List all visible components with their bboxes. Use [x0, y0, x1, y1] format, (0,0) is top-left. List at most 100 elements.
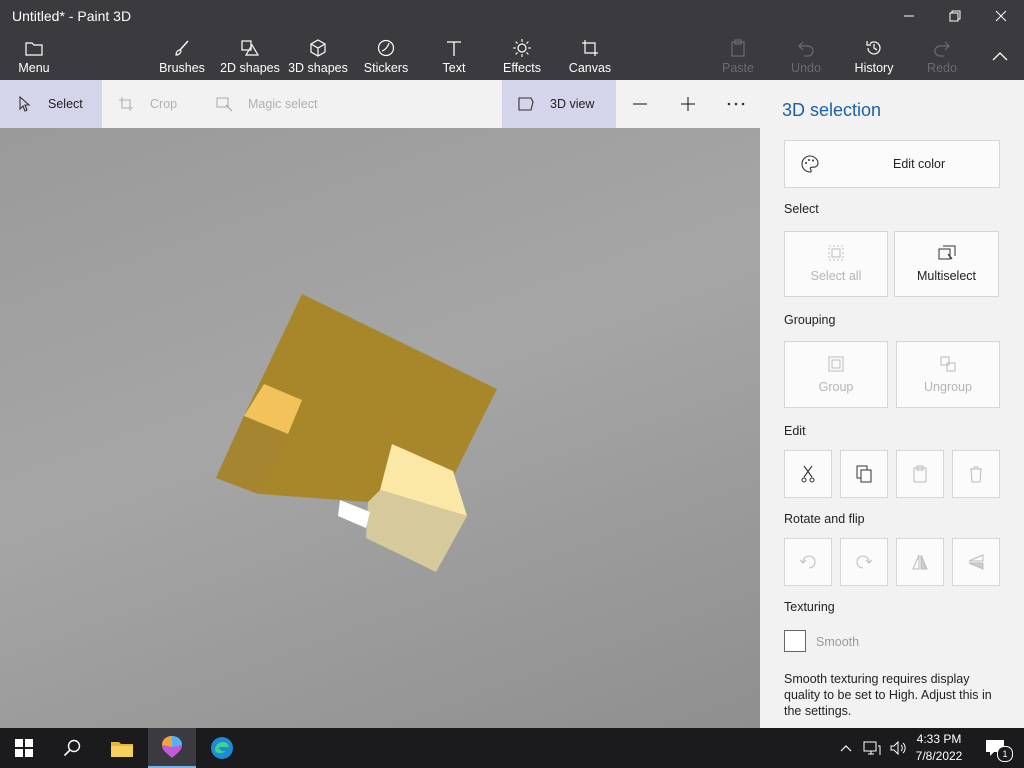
minimize-button[interactable]: [886, 0, 932, 32]
paste-panel-button[interactable]: [896, 450, 944, 498]
main-toolbar: Menu Brushes 2D shapes 3D shapes Sticker…: [0, 32, 1024, 80]
edge-taskbar-button[interactable]: [198, 728, 246, 768]
paint-3d-icon: [162, 736, 182, 758]
3d-object-scene[interactable]: [0, 128, 760, 728]
minimize-icon: [904, 15, 914, 17]
clipboard-icon: [913, 465, 927, 483]
copy-button[interactable]: [840, 450, 888, 498]
clock[interactable]: 4:33 PM 7/8/2022: [912, 731, 966, 765]
network-icon: [863, 741, 881, 755]
chevron-up-icon: [992, 52, 1008, 61]
zoom-out-button[interactable]: [630, 80, 650, 128]
network-tray-button[interactable]: [860, 728, 884, 768]
multiselect-icon: [938, 245, 955, 260]
paint-3d-taskbar-button[interactable]: [148, 728, 196, 768]
cut-button[interactable]: [784, 450, 832, 498]
magic-select-icon: [216, 97, 233, 112]
canvas-label: Canvas: [568, 61, 612, 75]
chevron-up-icon: [840, 745, 852, 752]
history-button[interactable]: History: [850, 32, 898, 80]
flip-horizontal-button[interactable]: [896, 538, 944, 586]
close-button[interactable]: [978, 0, 1024, 32]
menu-button[interactable]: Menu: [10, 32, 58, 80]
collapse-toolbar-button[interactable]: [980, 32, 1020, 80]
edit-color-button[interactable]: Edit color: [784, 140, 1000, 188]
rotate-right-button[interactable]: [840, 538, 888, 586]
flip-vertical-icon: [968, 554, 984, 570]
edit-color-label: Edit color: [893, 157, 946, 171]
group-label: Group: [818, 379, 854, 394]
magic-select-label: Magic select: [248, 97, 318, 111]
ellipsis-icon: [727, 102, 745, 106]
canvas-tool[interactable]: Canvas: [566, 32, 614, 80]
notification-count-badge: 1: [997, 746, 1013, 762]
minus-icon: [633, 103, 647, 105]
rotate-section-label: Rotate and flip: [784, 512, 865, 526]
multiselect-button[interactable]: Multiselect: [894, 231, 999, 297]
select-section-label: Select: [784, 202, 819, 216]
brushes-tool[interactable]: Brushes: [156, 32, 208, 80]
search-button[interactable]: [48, 728, 96, 768]
more-options-button[interactable]: [726, 80, 746, 128]
smooth-checkbox[interactable]: [784, 630, 806, 652]
volume-tray-button[interactable]: [886, 728, 910, 768]
delete-button[interactable]: [952, 450, 1000, 498]
redo-label: Redo: [927, 61, 957, 75]
crop-tool[interactable]: Crop: [118, 80, 198, 128]
brush-icon: [173, 37, 191, 59]
view-3d-toggle[interactable]: 3D view: [502, 80, 616, 128]
start-button[interactable]: [0, 728, 48, 768]
effects-tool[interactable]: Effects: [498, 32, 546, 80]
undo-button[interactable]: Undo: [784, 32, 828, 80]
plus-icon: [681, 97, 695, 111]
action-center-button[interactable]: 1: [980, 728, 1013, 768]
paste-label: Paste: [722, 61, 754, 75]
ungroup-icon: [940, 356, 956, 371]
cursor-arrow-icon: [19, 96, 31, 112]
close-icon: [995, 10, 1007, 22]
group-button[interactable]: Group: [784, 341, 888, 408]
clipboard-icon: [730, 37, 746, 59]
smooth-label: Smooth: [816, 635, 860, 649]
history-label: History: [854, 61, 894, 75]
shapes-3d-tool[interactable]: 3D shapes: [288, 32, 348, 80]
rotate-left-button[interactable]: [784, 538, 832, 586]
search-icon: [63, 739, 81, 757]
crop-icon: [119, 97, 133, 111]
redo-button[interactable]: Redo: [920, 32, 964, 80]
texturing-section-label: Texturing: [784, 600, 835, 614]
flip-horizontal-icon: [912, 554, 928, 570]
folder-icon: [25, 37, 43, 59]
undo-icon: [797, 37, 815, 59]
view-3d-label: 3D view: [550, 97, 595, 111]
3d-object-white-block[interactable]: [338, 500, 370, 528]
rotate-right-icon: [856, 555, 873, 569]
file-explorer-taskbar-button[interactable]: [98, 728, 146, 768]
canvas-area[interactable]: [0, 128, 760, 728]
flip-vertical-button[interactable]: [952, 538, 1000, 586]
restore-icon: [949, 10, 961, 22]
select-tool[interactable]: Select: [0, 80, 102, 128]
trash-icon: [970, 466, 982, 483]
copy-icon: [856, 465, 872, 483]
scissors-icon: [801, 465, 815, 483]
stickers-tool[interactable]: Stickers: [360, 32, 412, 80]
magic-select-tool[interactable]: Magic select: [216, 80, 346, 128]
grouping-section-label: Grouping: [784, 313, 836, 327]
window-title: Untitled* - Paint 3D: [12, 8, 132, 24]
select-label: Select: [48, 97, 83, 111]
clock-time: 4:33 PM: [916, 732, 962, 746]
shapes-2d-tool[interactable]: 2D shapes: [220, 32, 280, 80]
paste-button[interactable]: Paste: [716, 32, 760, 80]
restore-button[interactable]: [932, 0, 978, 32]
text-label: Text: [442, 61, 466, 75]
palette-icon: [801, 155, 819, 173]
clock-date: 7/8/2022: [915, 749, 963, 763]
stickers-label: Stickers: [363, 61, 409, 75]
zoom-in-button[interactable]: [678, 80, 698, 128]
show-hidden-icons-button[interactable]: [836, 728, 856, 768]
sticker-icon: [377, 37, 395, 59]
ungroup-button[interactable]: Ungroup: [896, 341, 1000, 408]
text-tool[interactable]: Text: [432, 32, 476, 80]
select-all-button[interactable]: Select all: [784, 231, 888, 297]
